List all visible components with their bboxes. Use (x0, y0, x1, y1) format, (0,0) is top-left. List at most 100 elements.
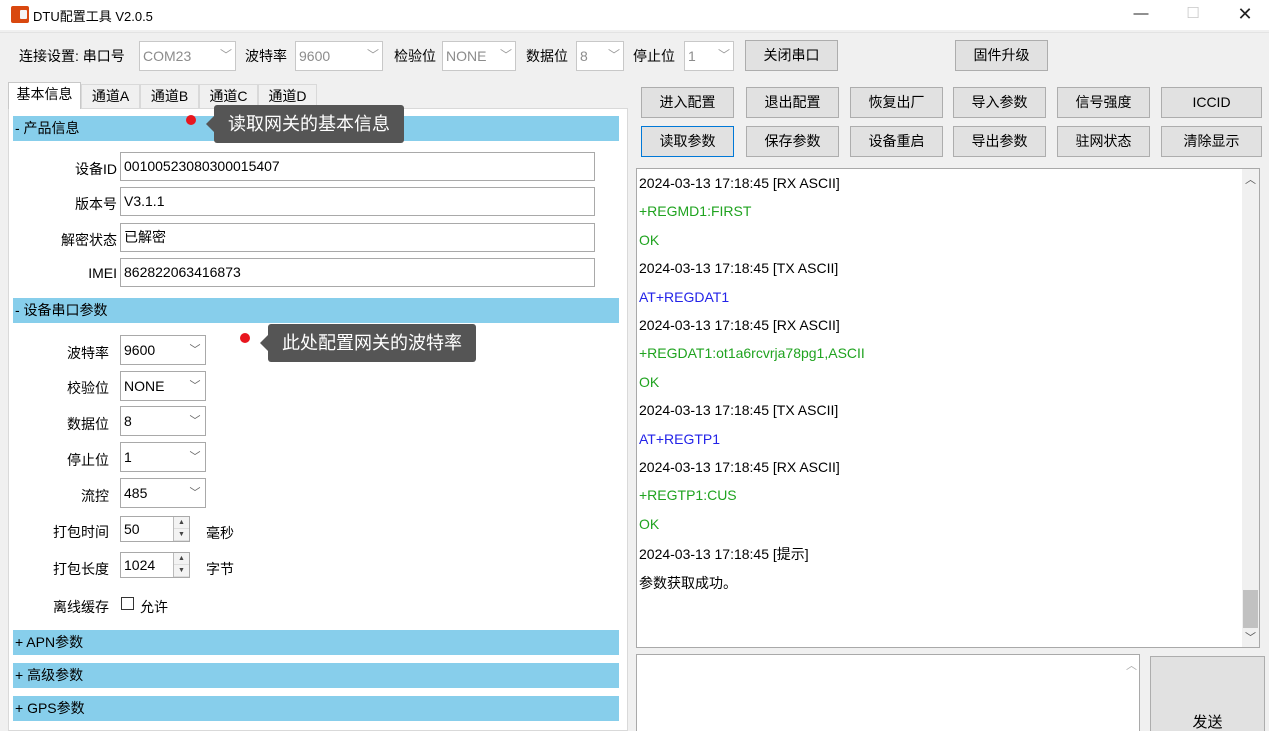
pack-length-stepper[interactable]: 1024 ▲ ▼ (120, 552, 190, 578)
stepper-buttons[interactable]: ▲ ▼ (173, 517, 189, 541)
serial-parity-select[interactable]: NONE ﹀ (120, 371, 206, 401)
databits-label: 数据位 (526, 48, 568, 64)
apn-params-header[interactable]: + APN参数 (13, 630, 619, 655)
databits-value: 8 (580, 48, 588, 64)
stepper-down-icon[interactable]: ▼ (174, 529, 189, 541)
export-params-button[interactable]: 导出参数 (953, 126, 1046, 157)
parity-value: NONE (446, 48, 487, 64)
serial-databits-label: 数据位 (67, 416, 109, 432)
device-restart-button[interactable]: 设备重启 (850, 126, 943, 157)
serial-stopbits-select[interactable]: 1 ﹀ (120, 442, 206, 472)
save-params-button[interactable]: 保存参数 (746, 126, 839, 157)
log-line: +REGTP1:CUS (639, 487, 737, 504)
import-params-button[interactable]: 导入参数 (953, 87, 1046, 118)
log-line: +REGMD1:FIRST (639, 203, 752, 220)
stepper-buttons[interactable]: ▲ ▼ (173, 553, 189, 577)
serial-databits-select[interactable]: 8 ﹀ (120, 406, 206, 436)
chevron-down-icon: ﹀ (607, 48, 620, 62)
serial-databits-value: 8 (124, 413, 132, 429)
signal-strength-button[interactable]: 信号强度 (1057, 87, 1150, 118)
iccid-button[interactable]: ICCID (1161, 87, 1262, 118)
chevron-down-icon: ﹀ (189, 487, 201, 499)
title-bar: DTU配置工具 V2.0.5 — ☐ ✕ (0, 0, 1269, 30)
stepper-up-icon[interactable]: ▲ (174, 517, 189, 529)
advanced-params-header[interactable]: + 高级参数 (13, 663, 619, 688)
offline-cache-checkbox[interactable] (121, 597, 134, 610)
send-input[interactable]: ︿ (636, 654, 1140, 731)
exit-config-button[interactable]: 退出配置 (746, 87, 839, 118)
scroll-down-icon[interactable]: ﹀ (1242, 629, 1259, 645)
pack-length-value: 1024 (124, 557, 156, 573)
connection-settings-label: 连接设置: 串口号 (19, 48, 125, 64)
stepper-down-icon[interactable]: ▼ (174, 565, 189, 577)
clear-display-button[interactable]: 清除显示 (1161, 126, 1262, 157)
close-port-button[interactable]: 关闭串口 (745, 40, 838, 71)
pack-time-unit: 毫秒 (206, 525, 234, 541)
connection-toolbar: 连接设置: 串口号 COM23 ﹀ 波特率 9600 ﹀ 检验位 NONE ﹀ … (0, 32, 1269, 76)
flow-control-select[interactable]: 485 ﹀ (120, 478, 206, 508)
stepper-up-icon[interactable]: ▲ (174, 553, 189, 565)
network-status-button[interactable]: 驻网状态 (1057, 126, 1150, 157)
chevron-down-icon: ﹀ (189, 415, 201, 427)
stopbits-value: 1 (688, 48, 696, 64)
minimize-icon[interactable]: — (1118, 0, 1164, 30)
serial-stopbits-label: 停止位 (67, 452, 109, 468)
pack-time-label: 打包时间 (53, 524, 109, 540)
firmware-upgrade-button[interactable]: 固件升级 (955, 40, 1048, 71)
log-line: 2024-03-13 17:18:45 [提示] (639, 546, 809, 563)
tab-basic-info[interactable]: 基本信息 (8, 82, 81, 109)
scroll-up-icon[interactable]: ︿ (1242, 171, 1259, 187)
left-panel: 基本信息 通道A 通道B 通道C 通道D - 产品信息 设备ID 0010052… (0, 78, 628, 731)
serial-parity-label: 校验位 (67, 380, 109, 396)
serial-baud-select[interactable]: 9600 ﹀ (120, 335, 206, 365)
imei-label: IMEI (88, 265, 117, 281)
log-line: AT+REGDAT1 (639, 288, 730, 305)
port-value: COM23 (143, 48, 192, 64)
factory-reset-button[interactable]: 恢复出厂 (850, 87, 943, 118)
parity-select[interactable]: NONE ﹀ (442, 41, 516, 71)
port-select[interactable]: COM23 ﹀ (139, 41, 236, 71)
baud-value: 9600 (299, 48, 331, 64)
pack-length-label: 打包长度 (53, 561, 109, 577)
chevron-down-icon: ﹀ (499, 48, 512, 62)
tab-channel-a[interactable]: 通道A (81, 84, 140, 108)
log-line: OK (639, 231, 660, 248)
log-output[interactable]: 2024-03-13 17:18:45 [RX ASCII] +REGMD1:FI… (636, 168, 1260, 648)
log-line: 2024-03-13 17:18:45 [RX ASCII] (639, 317, 840, 333)
offline-cache-label: 离线缓存 (53, 599, 109, 615)
scroll-thumb[interactable] (1243, 590, 1258, 628)
close-icon[interactable]: ✕ (1222, 0, 1268, 30)
serial-params-header[interactable]: - 设备串口参数 (13, 298, 619, 323)
send-scrollbar[interactable]: ︿ (1123, 655, 1139, 731)
decrypt-status-field[interactable]: 已解密 (120, 223, 595, 252)
baud-select[interactable]: 9600 ﹀ (295, 41, 383, 71)
chevron-down-icon: ﹀ (189, 344, 201, 356)
enter-config-button[interactable]: 进入配置 (641, 87, 734, 118)
flow-control-value: 485 (124, 485, 148, 501)
stopbits-select[interactable]: 1 ﹀ (684, 41, 734, 71)
read-params-button[interactable]: 读取参数 (641, 126, 734, 157)
parity-label: 检验位 (394, 48, 436, 64)
send-button[interactable]: 发送 (1150, 656, 1265, 731)
version-field[interactable]: V3.1.1 (120, 187, 595, 216)
chevron-down-icon: ﹀ (219, 48, 232, 62)
serial-baud-label: 波特率 (67, 345, 109, 361)
databits-select[interactable]: 8 ﹀ (576, 41, 624, 71)
scroll-up-icon[interactable]: ︿ (1123, 657, 1140, 673)
version-label: 版本号 (75, 196, 117, 212)
chevron-down-icon: ﹀ (717, 48, 730, 62)
maximize-icon[interactable]: ☐ (1170, 0, 1216, 30)
pack-time-stepper[interactable]: 50 ▲ ▼ (120, 516, 190, 542)
device-id-field[interactable]: 00100523080300015407 (120, 152, 595, 181)
callout-dot (186, 115, 196, 125)
log-line: +REGDAT1:ot1a6rcvrja78pg1,ASCII (639, 345, 865, 362)
gps-params-header[interactable]: + GPS参数 (13, 696, 619, 721)
imei-field[interactable]: 862822063416873 (120, 258, 595, 287)
log-scrollbar[interactable]: ︿ ﹀ (1242, 169, 1259, 647)
chevron-down-icon: ﹀ (366, 48, 379, 62)
pack-length-unit: 字节 (206, 561, 234, 577)
device-id-label: 设备ID (75, 161, 117, 177)
tab-channel-b[interactable]: 通道B (140, 84, 199, 108)
log-line: 2024-03-13 17:18:45 [TX ASCII] (639, 260, 839, 277)
chevron-down-icon: ﹀ (189, 380, 201, 392)
